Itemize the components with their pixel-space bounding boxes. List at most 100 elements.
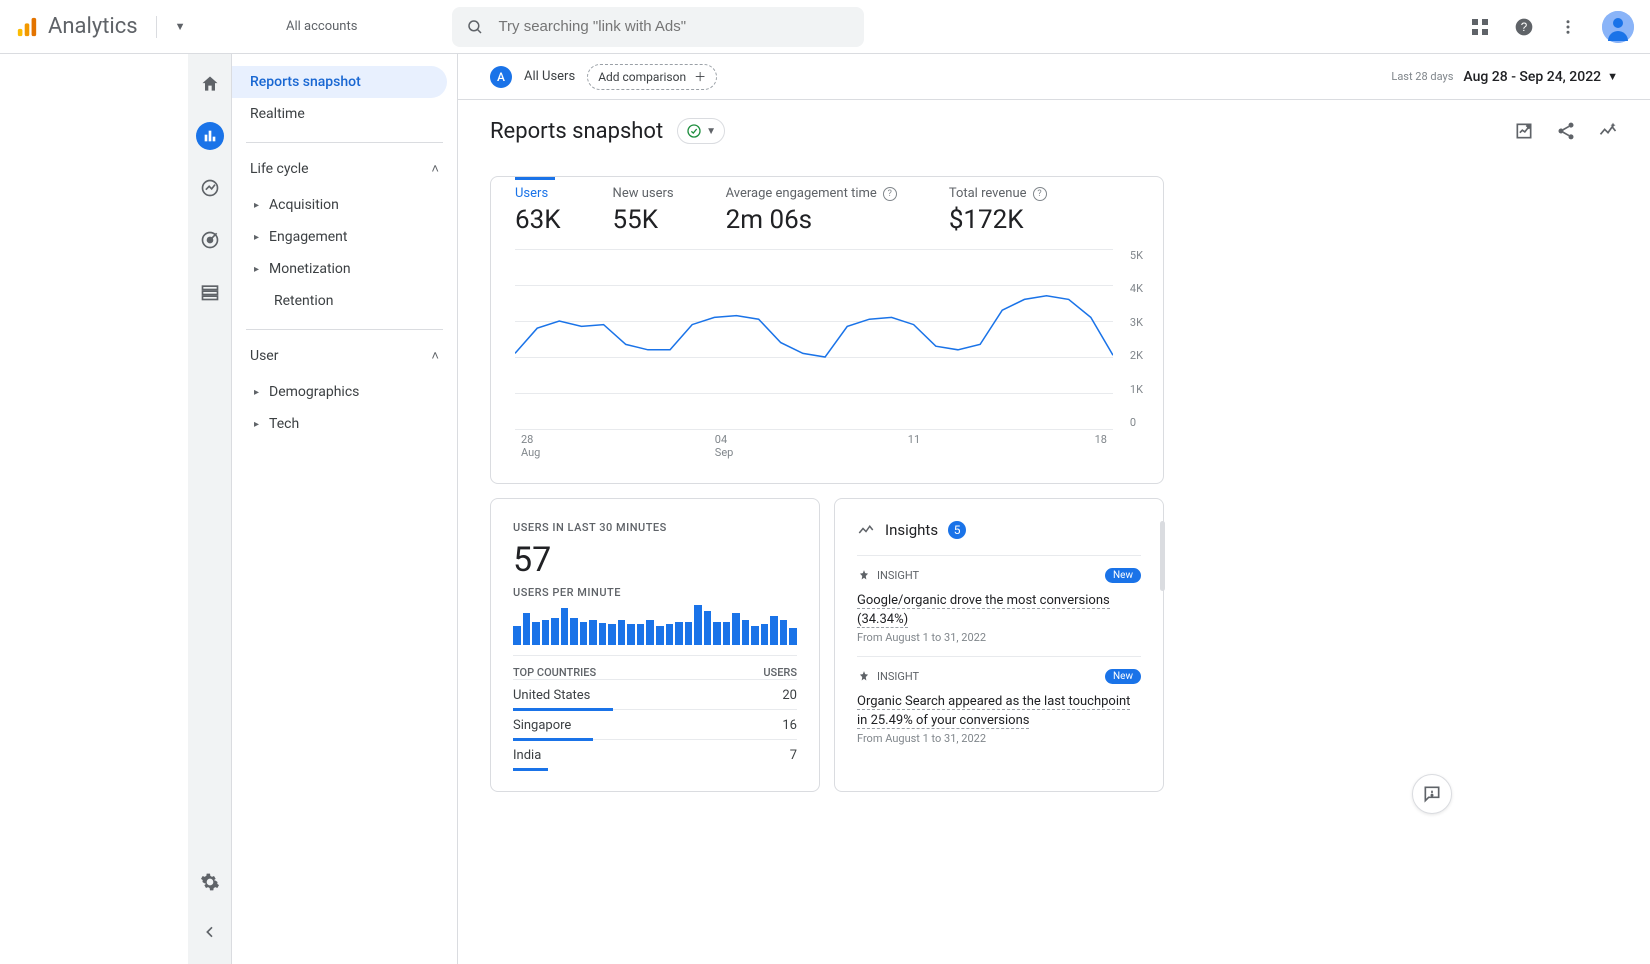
chevron-down-icon: ▼ (1607, 70, 1618, 83)
realtime-value: 57 (513, 540, 797, 580)
main-content: A All Users Add comparison ＋ Last 28 day… (458, 54, 1650, 964)
help-icon: ? (883, 187, 897, 201)
search-input[interactable] (498, 18, 850, 35)
customize-report-icon[interactable] (1514, 121, 1534, 141)
search-icon (466, 18, 484, 36)
date-range-picker[interactable]: Aug 28 - Sep 24, 2022 ▼ (1463, 69, 1618, 85)
chevron-up-icon: ˄ (431, 161, 439, 177)
help-icon[interactable]: ? (1514, 17, 1534, 37)
country-row[interactable]: Singapore16 (513, 709, 797, 739)
divider (156, 16, 157, 38)
rail-collapse-icon[interactable] (196, 918, 224, 946)
nav-section-user-label: User (250, 348, 278, 364)
metric-users-value: 63K (515, 205, 561, 235)
caret-right-icon: ▸ (254, 232, 259, 243)
date-range-text: Aug 28 - Sep 24, 2022 (1463, 69, 1601, 85)
feedback-fab[interactable] (1412, 774, 1452, 814)
user-avatar[interactable] (1602, 11, 1634, 43)
app-body: Reports snapshot Realtime Life cycle ˄ ▸… (0, 54, 1650, 964)
app-header: Analytics ▼ All accounts ? (0, 0, 1650, 54)
add-comparison-button[interactable]: Add comparison ＋ (587, 64, 717, 90)
nav-divider-2 (246, 329, 443, 330)
nav-section-lifecycle[interactable]: Life cycle ˄ (232, 149, 457, 189)
nav-section-lifecycle-label: Life cycle (250, 161, 309, 177)
nav-retention[interactable]: Retention (232, 285, 457, 317)
caret-right-icon: ▸ (254, 200, 259, 211)
nav-engagement[interactable]: ▸Engagement (232, 221, 457, 253)
cards-row-2: USERS IN LAST 30 MINUTES 57 USERS PER MI… (490, 498, 1618, 792)
insights-header: Insights 5 (857, 521, 1141, 539)
segment-label[interactable]: All Users (524, 69, 575, 84)
nav-realtime[interactable]: Realtime (232, 98, 447, 130)
users-line-chart: 5K4K3K2K1K0 28Aug04Sep1118 (515, 249, 1143, 459)
realtime-title: USERS IN LAST 30 MINUTES (513, 521, 797, 534)
nav-monetization[interactable]: ▸Monetization (232, 253, 457, 285)
chart-yaxis: 5K4K3K2K1K0 (1130, 249, 1143, 429)
insight-item[interactable]: INSIGHTNewGoogle/organic drove the most … (857, 555, 1141, 656)
selected-metric-indicator (515, 177, 555, 180)
metric-newusers[interactable]: New users 55K (613, 186, 674, 235)
page-title: Reports snapshot (490, 119, 663, 144)
title-actions (1514, 121, 1618, 141)
metric-newusers-label: New users (613, 186, 674, 201)
svg-text:?: ? (1521, 21, 1528, 34)
topbar-right: Last 28 days Aug 28 - Sep 24, 2022 ▼ (1391, 69, 1618, 85)
plus-icon: ＋ (694, 68, 706, 85)
caret-right-icon: ▸ (254, 264, 259, 275)
nav-demographics[interactable]: ▸Demographics (232, 376, 457, 408)
metric-avgeng-label: Average engagement time? (726, 186, 897, 201)
rail-configure-icon[interactable] (196, 278, 224, 306)
rail-admin-gear-icon[interactable] (196, 868, 224, 896)
insights-list: INSIGHTNewGoogle/organic drove the most … (857, 555, 1141, 757)
scrollbar-thumb[interactable] (1160, 521, 1165, 591)
nav-section-user[interactable]: User ˄ (232, 336, 457, 376)
metric-avgeng[interactable]: Average engagement time? 2m 06s (726, 186, 897, 235)
rail-bottom (196, 868, 224, 946)
metric-revenue-label: Total revenue? (949, 186, 1047, 201)
period-label: Last 28 days (1391, 70, 1453, 83)
segment-badge[interactable]: A (490, 66, 512, 88)
logo-area: Analytics ▼ (16, 14, 236, 39)
property-dropdown-icon[interactable]: ▼ (175, 20, 186, 33)
rail-home-icon[interactable] (196, 70, 224, 98)
nav-acquisition[interactable]: ▸Acquisition (232, 189, 457, 221)
nav-rail (188, 54, 232, 964)
more-vert-icon[interactable] (1558, 17, 1578, 37)
rail-reports-icon[interactable] (196, 122, 224, 150)
add-comparison-label: Add comparison (598, 70, 686, 84)
line-chart-svg (515, 249, 1113, 429)
insights-spark-icon[interactable] (1598, 121, 1618, 141)
realtime-bar-chart (513, 603, 797, 645)
summary-card: Users 63K New users 55K Average engageme… (490, 176, 1164, 484)
status-pill[interactable]: ▼ (677, 118, 725, 144)
rail-explore-icon[interactable] (196, 174, 224, 202)
realtime-card: USERS IN LAST 30 MINUTES 57 USERS PER MI… (490, 498, 820, 792)
metric-revenue[interactable]: Total revenue? $172K (949, 186, 1047, 235)
metric-users[interactable]: Users 63K (515, 186, 561, 235)
insights-header-text: Insights (885, 521, 938, 539)
caret-right-icon: ▸ (254, 387, 259, 398)
insights-card: Insights 5 INSIGHTNewGoogle/organic drov… (834, 498, 1164, 792)
nav-reports-snapshot[interactable]: Reports snapshot (232, 66, 447, 98)
insight-item[interactable]: INSIGHTNewOrganic Search appeared as the… (857, 656, 1141, 757)
tc-head-right: USERS (763, 666, 797, 679)
report-nav-panel: Reports snapshot Realtime Life cycle ˄ ▸… (232, 54, 458, 964)
chevron-down-icon: ▼ (706, 126, 716, 137)
all-accounts-link[interactable]: All accounts (286, 19, 357, 34)
metric-newusers-value: 55K (613, 205, 674, 235)
share-icon[interactable] (1556, 121, 1576, 141)
chart-xaxis: 28Aug04Sep1118 (515, 433, 1113, 459)
analytics-logo-icon (16, 16, 38, 38)
search-bar[interactable] (452, 7, 864, 47)
apps-grid-icon[interactable] (1470, 17, 1490, 37)
top-countries-list: United States20Singapore16India7 (513, 679, 797, 769)
country-row[interactable]: India7 (513, 739, 797, 769)
country-row[interactable]: United States20 (513, 679, 797, 709)
rail-advertising-icon[interactable] (196, 226, 224, 254)
insights-count-badge: 5 (948, 521, 966, 539)
nav-tech[interactable]: ▸Tech (232, 408, 457, 440)
chevron-up-icon: ˄ (431, 348, 439, 364)
tc-head-left: TOP COUNTRIES (513, 666, 596, 679)
left-whitespace (0, 54, 188, 964)
metrics-row: Users 63K New users 55K Average engageme… (515, 186, 1143, 235)
